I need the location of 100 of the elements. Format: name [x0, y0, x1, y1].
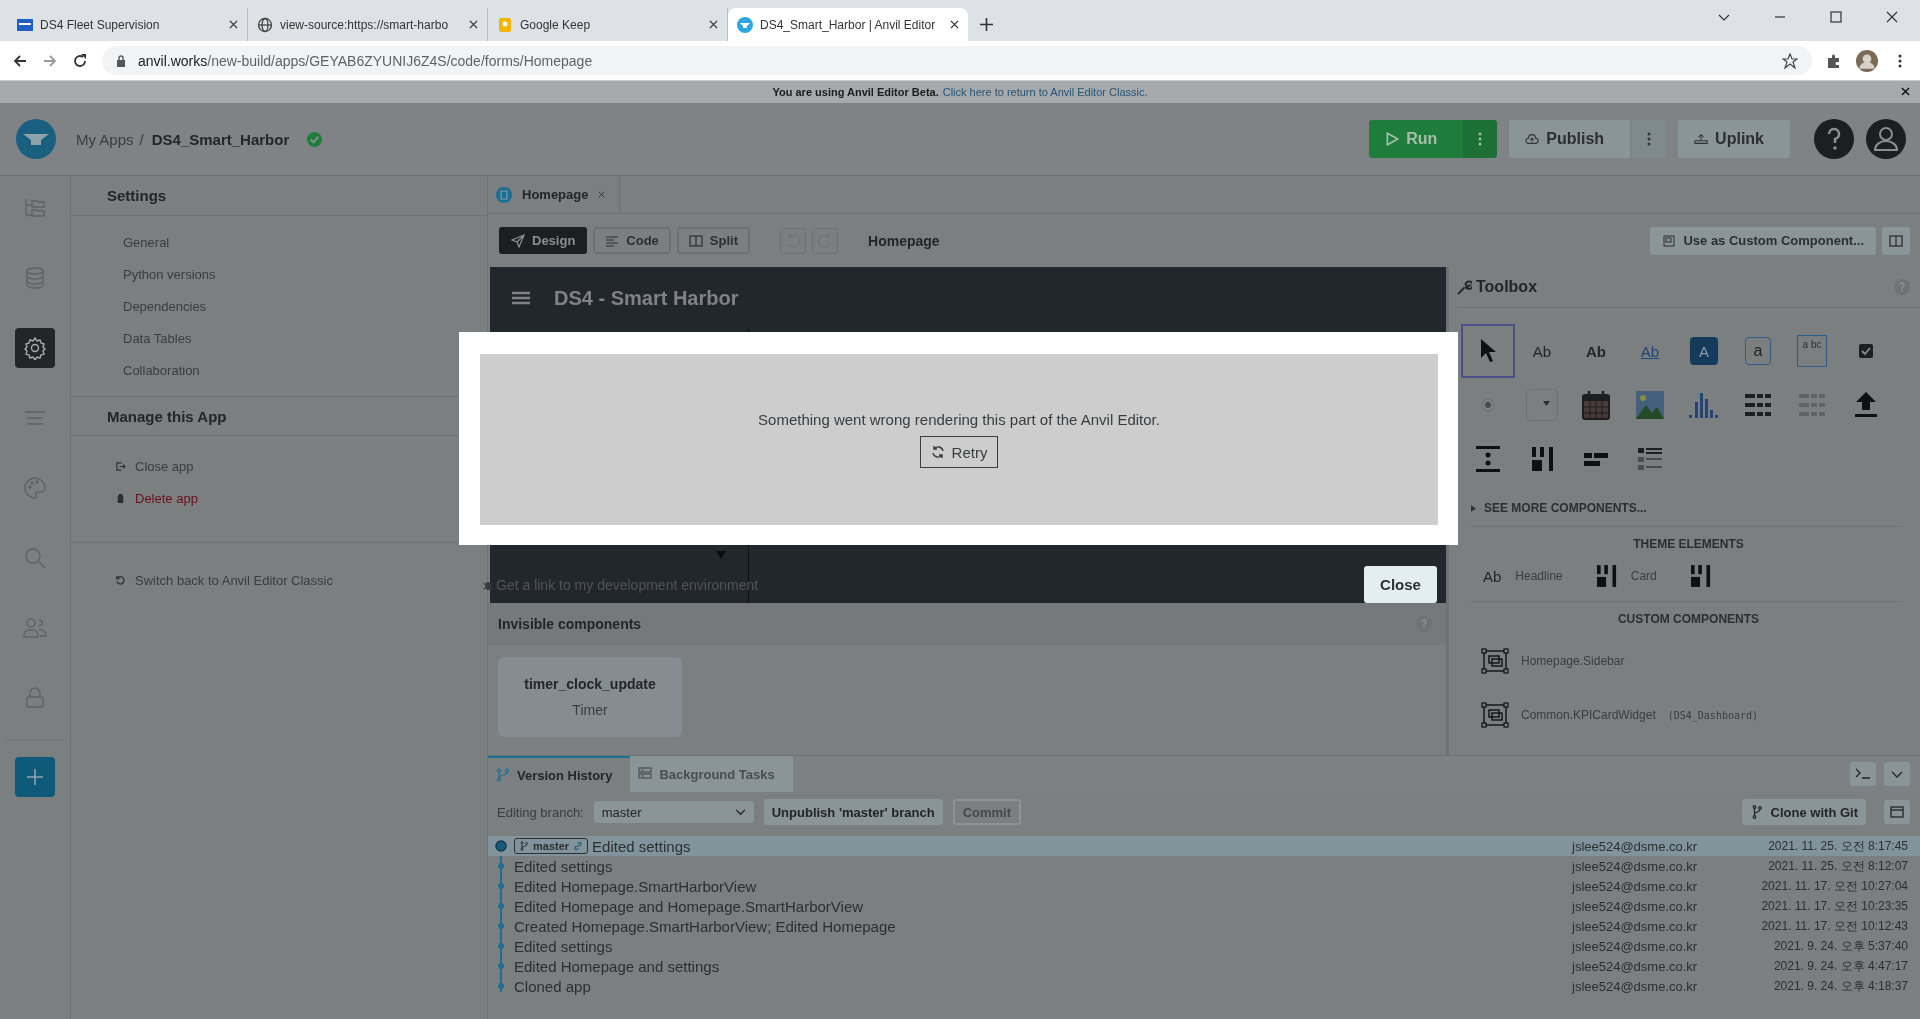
timeline-dot	[495, 880, 507, 892]
terminal-icon[interactable]	[1850, 762, 1876, 786]
calendar-icon	[1581, 390, 1611, 420]
see-more-link[interactable]: SEE MORE COMPONENTS...	[1457, 498, 1920, 518]
commit-date: 2021. 11. 17. 오전 10:12:43	[1760, 917, 1908, 935]
commit-message: Edited settings	[514, 857, 613, 875]
settings-item[interactable]: General	[123, 226, 487, 258]
classic-link[interactable]: Click here to return to Anvil Editor Classic.	[942, 86, 1148, 98]
settings-icon[interactable]	[15, 328, 55, 368]
custom-component-name[interactable]: Homepage.Sidebar	[1521, 654, 1625, 668]
undo-icon	[115, 575, 126, 586]
component-name: timer_clock_update	[524, 676, 656, 692]
commit-row[interactable]: Edited Homepage.SmartHarborView jslee524@dsme.co.kr 2021. 11. 17. 오전 10:27:04	[488, 876, 1920, 896]
unpublish-button[interactable]: Unpublish 'master' branch	[763, 799, 943, 825]
wrench-icon	[1457, 279, 1472, 295]
reload-icon[interactable]	[72, 52, 88, 69]
column-panel-icon[interactable]	[1596, 565, 1617, 587]
commit-date: 2021. 11. 17. 오전 10:23:35	[1760, 897, 1908, 915]
toolbox-tool[interactable]: Ab	[1515, 324, 1569, 378]
timeline-dot	[495, 860, 507, 872]
component-icon[interactable]	[1481, 648, 1509, 674]
commit-message: Edited Homepage and Homepage.SmartHarborView	[514, 897, 864, 915]
branch-tag[interactable]: master	[514, 838, 589, 854]
user-icon[interactable]	[1866, 119, 1906, 159]
toolbox-tool[interactable]: a bc	[1785, 324, 1839, 378]
clone-button[interactable]: Clone with Git	[1741, 799, 1866, 825]
publish-button[interactable]: Publish	[1509, 120, 1631, 158]
close-icon[interactable]	[229, 20, 238, 29]
new-tab-icon[interactable]	[980, 18, 993, 31]
timeline-dot	[495, 920, 507, 932]
server-icon	[638, 767, 653, 781]
forward-icon[interactable]	[42, 52, 58, 69]
toolbox-tool[interactable]: A	[1677, 324, 1731, 378]
settings-item[interactable]: Python versions	[123, 258, 487, 290]
toolbox-tool[interactable]	[1461, 324, 1515, 378]
app-title: DS4 - Smart Harbor	[554, 286, 739, 310]
link-icon	[573, 841, 584, 851]
theme-element-label[interactable]: Headline	[1515, 569, 1563, 583]
close-button[interactable]: Close	[1364, 566, 1437, 603]
component-icon[interactable]	[1481, 702, 1509, 728]
panel-tab[interactable]: Background Tasks	[630, 756, 793, 792]
commit-date: 2021. 9. 24. 오후 4:47:17	[1772, 957, 1908, 975]
close-icon[interactable]	[1886, 11, 1898, 23]
browser-tab[interactable]: DS4_Smart_Harbor | Anvil Editor	[728, 8, 968, 41]
view-mode-tab[interactable]: Design	[499, 227, 588, 254]
maximize-icon[interactable]	[1830, 11, 1842, 23]
paper-plane-icon	[511, 233, 525, 248]
error-message: Something went wrong rendering this part of the Anvil Editor.	[758, 411, 1160, 428]
add-icon[interactable]	[15, 757, 55, 797]
close-app-link[interactable]: Close app	[115, 450, 487, 482]
file-tab[interactable]: Homepage	[488, 176, 621, 213]
close-icon[interactable]	[709, 20, 718, 29]
retry-button[interactable]: Retry	[919, 436, 999, 468]
panel-toggle-icon[interactable]	[1882, 226, 1910, 255]
close-icon[interactable]	[950, 20, 959, 29]
delete-app-link[interactable]: Delete app	[115, 482, 487, 514]
avatar-icon[interactable]	[1856, 49, 1878, 72]
view-mode-tab[interactable]: Code	[593, 227, 671, 254]
run-button[interactable]: Run	[1369, 120, 1464, 158]
menu-icon[interactable]	[512, 291, 530, 305]
star-icon[interactable]	[1782, 52, 1798, 69]
text-style-icon[interactable]: Ab	[1483, 567, 1502, 585]
column-panel-icon[interactable]	[1690, 565, 1711, 587]
commit-row[interactable]: Edited Homepage and Homepage.SmartHarborView jslee524@dsme.co.kr 2021. 11. 17. 오전 10:23:35	[488, 896, 1920, 916]
caret-icon	[716, 551, 726, 559]
commit-row[interactable]: Created Homepage.SmartHarborView; Edited Homepage jslee524@dsme.co.kr 2021. 11. 17. 오전 10:12:43	[488, 916, 1920, 936]
commit-row[interactable]: Cloned app jslee524@dsme.co.kr 2021. 9. 24. 오후 4:18:37	[488, 976, 1920, 996]
bug-icon	[482, 579, 494, 591]
address-field[interactable]: anvil.works/new-build/apps/GEYAB6ZYUNIJ6Z4S/code/forms/Homepage	[102, 46, 1812, 75]
uplink-button[interactable]: Uplink	[1678, 120, 1790, 158]
toolbox-tool[interactable]: a	[1731, 324, 1785, 378]
toolbox-tool[interactable]: Ab	[1623, 324, 1677, 378]
commit-message: Edited settings	[592, 837, 691, 855]
close-icon[interactable]	[1901, 87, 1910, 96]
puzzle-icon[interactable]	[1826, 52, 1842, 69]
note-icon	[497, 16, 513, 33]
play-icon	[1385, 132, 1400, 146]
commit-row[interactable]: Edited settings jslee524@dsme.co.kr 2021. 11. 25. 오전 8:12:07	[488, 856, 1920, 876]
timeline-dot	[495, 960, 507, 972]
commit-row[interactable]: Edited settings jslee524@dsme.co.kr 2021. 9. 24. 오후 5:37:40	[488, 936, 1920, 956]
theme-element-label[interactable]: Card	[1630, 569, 1657, 583]
view-mode-tab[interactable]: Split	[676, 227, 750, 254]
commit-row[interactable]: master Edited settings jslee524@dsme.co.kr 2021. 11. 25. 오전 8:17:45	[488, 836, 1920, 856]
custom-component-name[interactable]: Common.KPICardWidget	[1521, 708, 1656, 722]
switch-classic-link[interactable]: Switch back to Anvil Editor Classic	[71, 543, 487, 588]
close-icon[interactable]	[469, 20, 478, 29]
timeline-dot	[495, 940, 507, 952]
breadcrumb-link[interactable]: My Apps	[76, 130, 134, 148]
settings-item[interactable]: Dependencies	[123, 290, 487, 322]
commit-row[interactable]: Edited Homepage and settings jslee524@dsme.co.kr 2021. 9. 24. 오후 4:47:17	[488, 956, 1920, 976]
custom-component-button[interactable]: Use as Custom Component...	[1650, 226, 1876, 255]
toolbox-tool[interactable]: Ab	[1569, 324, 1623, 378]
back-icon[interactable]	[12, 52, 28, 69]
anvil-logo-icon[interactable]	[16, 119, 56, 159]
component-card[interactable]: timer_clock_update Timer	[498, 657, 682, 737]
branch-dropdown[interactable]: master	[593, 801, 754, 823]
panel-toggle-icon[interactable]	[1884, 800, 1910, 824]
help-icon[interactable]	[1814, 119, 1854, 159]
section-title: CUSTOM COMPONENTS	[1616, 611, 1761, 628]
upload-icon	[1694, 132, 1709, 146]
